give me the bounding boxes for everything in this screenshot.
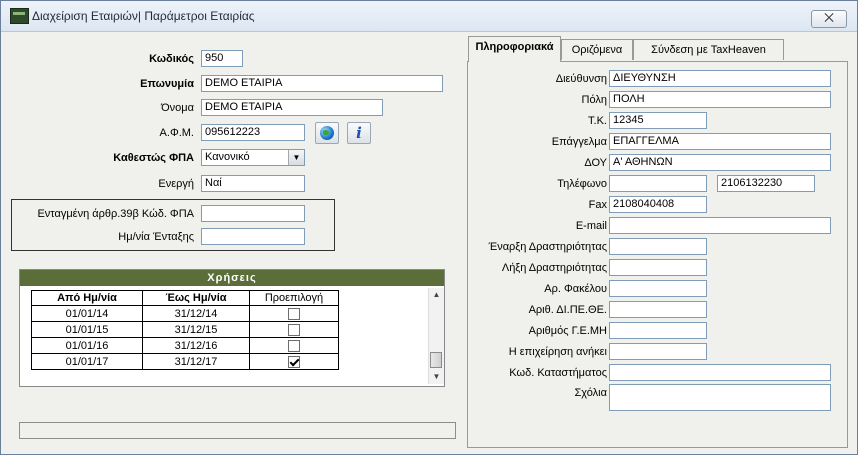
cell-default (249, 337, 339, 354)
code-label: Κωδικός (149, 53, 194, 65)
vat-status-label: Καθεστώς ΦΠΑ (113, 152, 194, 164)
close-button[interactable]: ⨉ (811, 10, 847, 28)
app-logo-icon (10, 8, 29, 24)
start-activity-label: Έναρξη Δραστηριότητας (488, 241, 607, 253)
dipethe-input[interactable] (609, 301, 707, 318)
code-input[interactable]: 950 (201, 50, 243, 67)
column-header-default[interactable]: Προεπιλογή (249, 290, 339, 306)
city-label: Πόλη (581, 94, 607, 106)
default-checkbox[interactable] (288, 323, 300, 336)
art39-date-label: Ημ/νία Ένταξης (118, 231, 194, 243)
tax-office-input[interactable]: Α' ΑΘΗΝΩΝ (609, 154, 831, 171)
cell-to[interactable]: 31/12/17 (142, 353, 250, 370)
cell-default (249, 353, 339, 370)
window-title: Διαχείριση Εταιριών| Παράμετροι Εταιρίας (32, 9, 255, 23)
scroll-thumb[interactable] (430, 352, 442, 368)
column-header-to[interactable]: Έως Ημ/νία (142, 290, 250, 306)
folder-number-input[interactable] (609, 280, 707, 297)
art39-date-input[interactable] (201, 228, 305, 245)
cell-default (249, 305, 339, 322)
name-label: Επωνυμία (140, 78, 194, 90)
vat-status-select[interactable]: Κανονικό ▼ (201, 149, 305, 166)
address-input[interactable]: ΔΙΕΥΘΥΝΣΗ (609, 70, 831, 87)
comments-label: Σχόλια (574, 387, 608, 399)
active-input[interactable]: Ναί (201, 175, 305, 192)
cell-from[interactable]: 01/01/14 (31, 305, 143, 322)
cell-to[interactable]: 31/12/16 (142, 337, 250, 354)
comments-textarea[interactable] (609, 384, 831, 411)
belongs-input[interactable] (609, 343, 707, 360)
default-checkbox-checked[interactable] (288, 355, 300, 368)
column-header-from[interactable]: Από Ημ/νία (31, 290, 143, 306)
title-bar[interactable]: Διαχείριση Εταιριών| Παράμετροι Εταιρίας… (1, 1, 857, 32)
store-code-input[interactable] (609, 364, 831, 381)
cell-to[interactable]: 31/12/14 (142, 305, 250, 322)
fiscal-years-table: Από Ημ/νία Έως Ημ/νία Προεπιλογή 01/01/1… (31, 290, 339, 370)
cell-from[interactable]: 01/01/17 (31, 353, 143, 370)
fiscal-years-title: Χρήσεις (20, 270, 444, 286)
chevron-down-icon[interactable]: ▼ (288, 150, 304, 165)
profession-input[interactable]: ΕΠΑΓΓΕΛΜΑ (609, 133, 831, 150)
cell-default (249, 321, 339, 338)
phone2-input[interactable]: 2106132230 (717, 175, 815, 192)
active-label: Ενεργή (158, 178, 194, 190)
start-activity-input[interactable] (609, 238, 707, 255)
tab-info[interactable]: Πληροφοριακά (468, 36, 561, 62)
dipethe-label: Αριθ. ΔΙ.ΠΕ.ΘΕ. (528, 304, 607, 316)
profession-label: Επάγγελμα (551, 136, 607, 148)
fiscal-years-grid: Χρήσεις Από Ημ/νία Έως Ημ/νία Προεπιλογή… (19, 269, 445, 387)
belongs-label: Η επιχείρηση ανήκει (508, 346, 607, 358)
table-row[interactable]: 01/01/14 31/12/14 (31, 305, 339, 322)
end-activity-input[interactable] (609, 259, 707, 276)
info-icon: i (356, 124, 362, 142)
gemi-label: Αριθμός Γ.Ε.ΜΗ (528, 325, 607, 337)
table-row[interactable]: 01/01/16 31/12/16 (31, 337, 339, 354)
art39-included-input[interactable] (201, 205, 305, 222)
store-code-label: Κωδ. Καταστήματος (509, 367, 607, 379)
cell-from[interactable]: 01/01/16 (31, 337, 143, 354)
default-checkbox[interactable] (288, 339, 300, 352)
short-name-label: Όνομα (161, 102, 194, 114)
afm-label: Α.Φ.Μ. (159, 127, 194, 139)
tab-taxheaven[interactable]: Σύνδεση με TaxHeaven (633, 39, 784, 60)
afm-input[interactable]: 095612223 (201, 124, 305, 141)
fax-label: Fax (588, 199, 607, 211)
phone1-input[interactable] (609, 175, 707, 192)
email-label: E-mail (575, 220, 607, 232)
cell-from[interactable]: 01/01/15 (31, 321, 143, 338)
zip-label: Τ.Κ. (588, 115, 607, 127)
city-input[interactable]: ΠΟΛΗ (609, 91, 831, 108)
info-button[interactable]: i (347, 122, 371, 144)
short-name-input[interactable]: DEMO ΕΤΑΙΡΙΑ (201, 99, 383, 116)
company-parameters-window: Διαχείριση Εταιριών| Παράμετροι Εταιρίας… (0, 0, 858, 455)
tab-custom[interactable]: Οριζόμενα (561, 39, 633, 60)
status-bar (19, 422, 456, 439)
zip-input[interactable]: 12345 (609, 112, 707, 129)
globe-icon (320, 126, 334, 140)
gemi-input[interactable] (609, 322, 707, 339)
web-check-button[interactable] (315, 122, 339, 144)
tax-office-label: ΔΟΥ (584, 157, 607, 169)
address-label: Διεύθυνση (555, 73, 607, 85)
vat-status-value: Κανονικό (205, 151, 250, 163)
name-input[interactable]: DEMO ΕΤΑΙΡΙΑ (201, 75, 443, 92)
scroll-up-icon[interactable]: ▲ (429, 288, 444, 302)
default-checkbox[interactable] (288, 307, 300, 320)
email-input[interactable] (609, 217, 831, 234)
table-row[interactable]: 01/01/17 31/12/17 (31, 353, 339, 370)
fax-input[interactable]: 2108040408 (609, 196, 707, 213)
scroll-down-icon[interactable]: ▼ (429, 370, 444, 384)
cell-to[interactable]: 31/12/15 (142, 321, 250, 338)
table-row[interactable]: 01/01/15 31/12/15 (31, 321, 339, 338)
folder-number-label: Αρ. Φακέλου (544, 283, 607, 295)
phone-label: Τηλέφωνο (557, 178, 607, 190)
art39-included-label: Ενταγμένη άρθρ.39β Κώδ. ΦΠΑ (37, 208, 194, 220)
grid-vertical-scrollbar[interactable]: ▲ ▼ (428, 288, 444, 384)
end-activity-label: Λήξη Δραστηριότητας (501, 262, 607, 274)
